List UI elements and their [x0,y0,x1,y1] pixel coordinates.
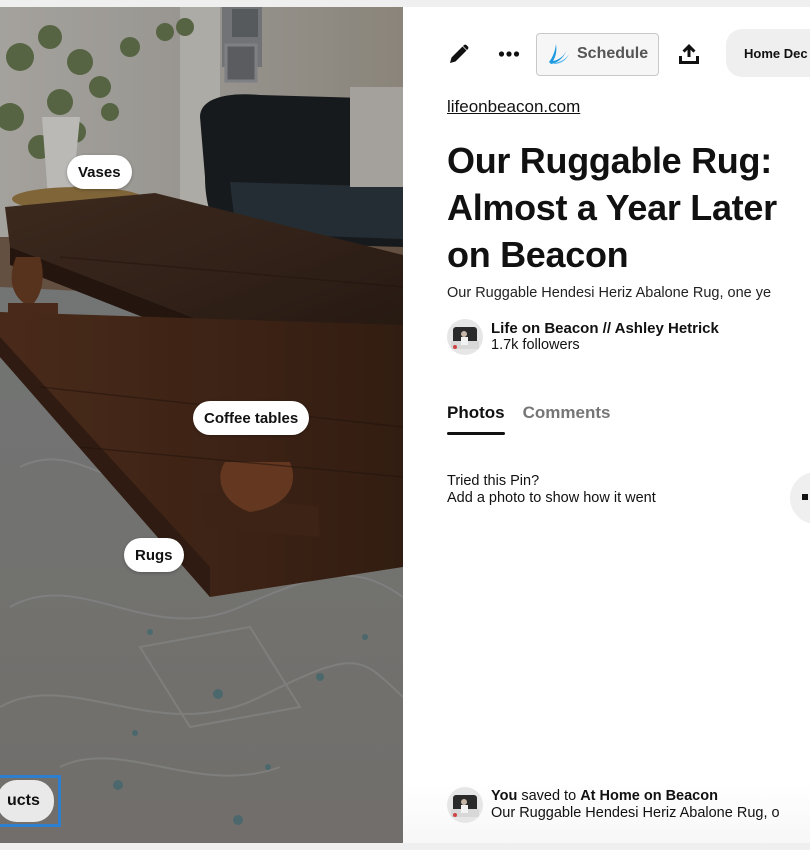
activity-board-link[interactable]: At Home on Beacon [580,788,718,804]
creator-followers: 1.7k followers [491,337,580,353]
tab-comments[interactable]: Comments [523,403,611,435]
product-tag-rugs[interactable]: Rugs [124,538,184,572]
edit-button[interactable] [444,39,474,69]
tried-this-pin: Tried this Pin? Add a photo to show how … [447,473,656,507]
share-upload-icon [679,44,699,64]
shop-products-focus-ring: ucts [0,775,61,827]
avatar-image [447,319,483,355]
tab-photos[interactable]: Photos [447,403,505,435]
pin-title-line: on Beacon [447,234,629,275]
activity-text: You saved to At Home on Beacon Our Rugga… [491,788,780,822]
saved-activity: You saved to At Home on Beacon Our Rugga… [447,787,780,823]
schedule-logo-icon [549,44,569,64]
shop-products-button[interactable]: ucts [0,780,54,822]
pin-image[interactable]: Vases Coffee tables Rugs ucts [0,7,403,843]
creator-name[interactable]: Life on Beacon // Ashley Hetrick [491,320,719,337]
activity-verb: saved to [517,788,581,804]
activity-actor: You [491,788,518,804]
more-options-button[interactable] [494,39,524,69]
creator-info[interactable]: Life on Beacon // Ashley Hetrick 1.7k fo… [447,319,719,355]
pin-details: Schedule Home Dec lifeonbeacon.com Our R… [403,7,810,843]
source-link[interactable]: lifeonbeacon.com [447,97,580,117]
board-select-button[interactable]: Home Dec [726,29,810,77]
pin-closeup: Vases Coffee tables Rugs ucts Schedule H… [0,7,810,843]
pin-toolbar: Schedule [447,31,704,77]
schedule-label: Schedule [577,45,649,62]
creator-avatar[interactable] [447,319,483,355]
add-photo-button[interactable] [790,472,810,524]
pin-title-line: Our Ruggable Rug: [447,140,772,181]
activity-snippet: Our Ruggable Hendesi Heriz Abalone Rug, … [491,805,780,821]
pencil-icon [450,44,469,63]
pin-tabs: Photos Comments [447,403,610,435]
pin-description: Our Ruggable Hendesi Heriz Abalone Rug, … [447,285,772,301]
ellipsis-icon [498,51,520,57]
product-tag-vases[interactable]: Vases [67,155,132,189]
avatar-image [447,787,483,823]
pin-title: Our Ruggable Rug: Almost a Year Later on… [447,137,810,278]
user-avatar[interactable] [447,787,483,823]
tried-subtext: Add a photo to show how it went [447,490,656,506]
creator-text: Life on Beacon // Ashley Hetrick 1.7k fo… [491,320,719,354]
pin-title-line: Almost a Year Later [447,187,777,228]
schedule-button[interactable]: Schedule [536,32,659,76]
product-tag-coffee-tables[interactable]: Coffee tables [193,401,310,435]
tried-heading: Tried this Pin? [447,473,540,489]
share-button[interactable] [674,39,704,69]
camera-icon [802,494,808,500]
